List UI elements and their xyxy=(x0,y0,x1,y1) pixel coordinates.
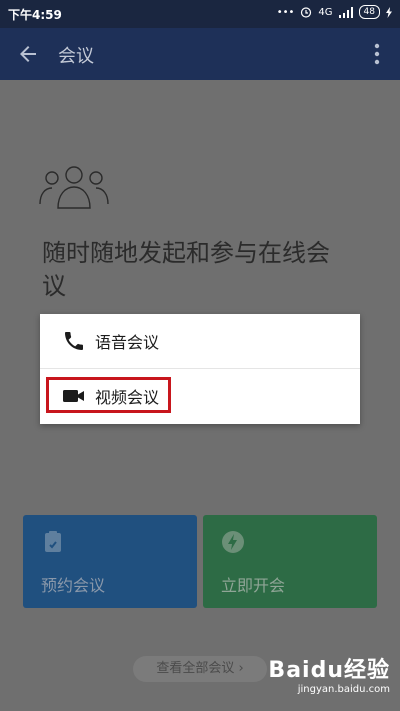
signal-icon xyxy=(338,6,353,18)
view-all-meetings-button[interactable]: 查看全部会议 › xyxy=(133,656,267,682)
voice-meeting-option[interactable]: 语音会议 xyxy=(40,314,360,369)
start-meeting-button[interactable]: 立即开会 xyxy=(203,515,377,608)
video-meeting-option[interactable]: 视频会议 xyxy=(40,369,360,423)
phone-icon xyxy=(65,332,83,350)
notification-dots: ••• xyxy=(276,6,295,18)
people-group-icon xyxy=(39,166,109,209)
page-title: 会议 xyxy=(58,46,94,67)
alarm-icon xyxy=(301,7,312,18)
schedule-meeting-label: 预约会议 xyxy=(41,576,106,595)
status-bar: 下午4:59 ••• 4G 48 xyxy=(0,0,400,28)
baidu-watermark: Baidu经验 jingyan.baidu.com xyxy=(268,652,390,695)
charging-icon xyxy=(386,6,392,18)
more-options-icon[interactable] xyxy=(374,42,380,66)
status-icons: ••• 4G 48 xyxy=(277,5,392,19)
voice-meeting-label: 语音会议 xyxy=(95,333,160,352)
network-type: 4G xyxy=(318,6,333,18)
hero-tagline: 随时随地发起和参与在线会议 xyxy=(42,239,330,300)
meeting-type-dialog: 语音会议 视频会议 xyxy=(40,314,360,424)
watermark-url: jingyan.baidu.com xyxy=(297,684,390,695)
lightning-icon xyxy=(222,531,244,553)
watermark-brand: Baidu经验 xyxy=(268,658,390,683)
battery-level: 48 xyxy=(358,5,380,19)
app-bar: 会议 xyxy=(0,28,400,80)
calendar-clipboard-icon xyxy=(45,531,61,552)
back-arrow-icon[interactable] xyxy=(16,42,40,66)
highlight-box xyxy=(46,377,171,413)
schedule-meeting-button[interactable]: 预约会议 xyxy=(23,515,197,608)
status-time: 下午4:59 xyxy=(8,8,62,22)
start-meeting-label: 立即开会 xyxy=(221,576,286,595)
